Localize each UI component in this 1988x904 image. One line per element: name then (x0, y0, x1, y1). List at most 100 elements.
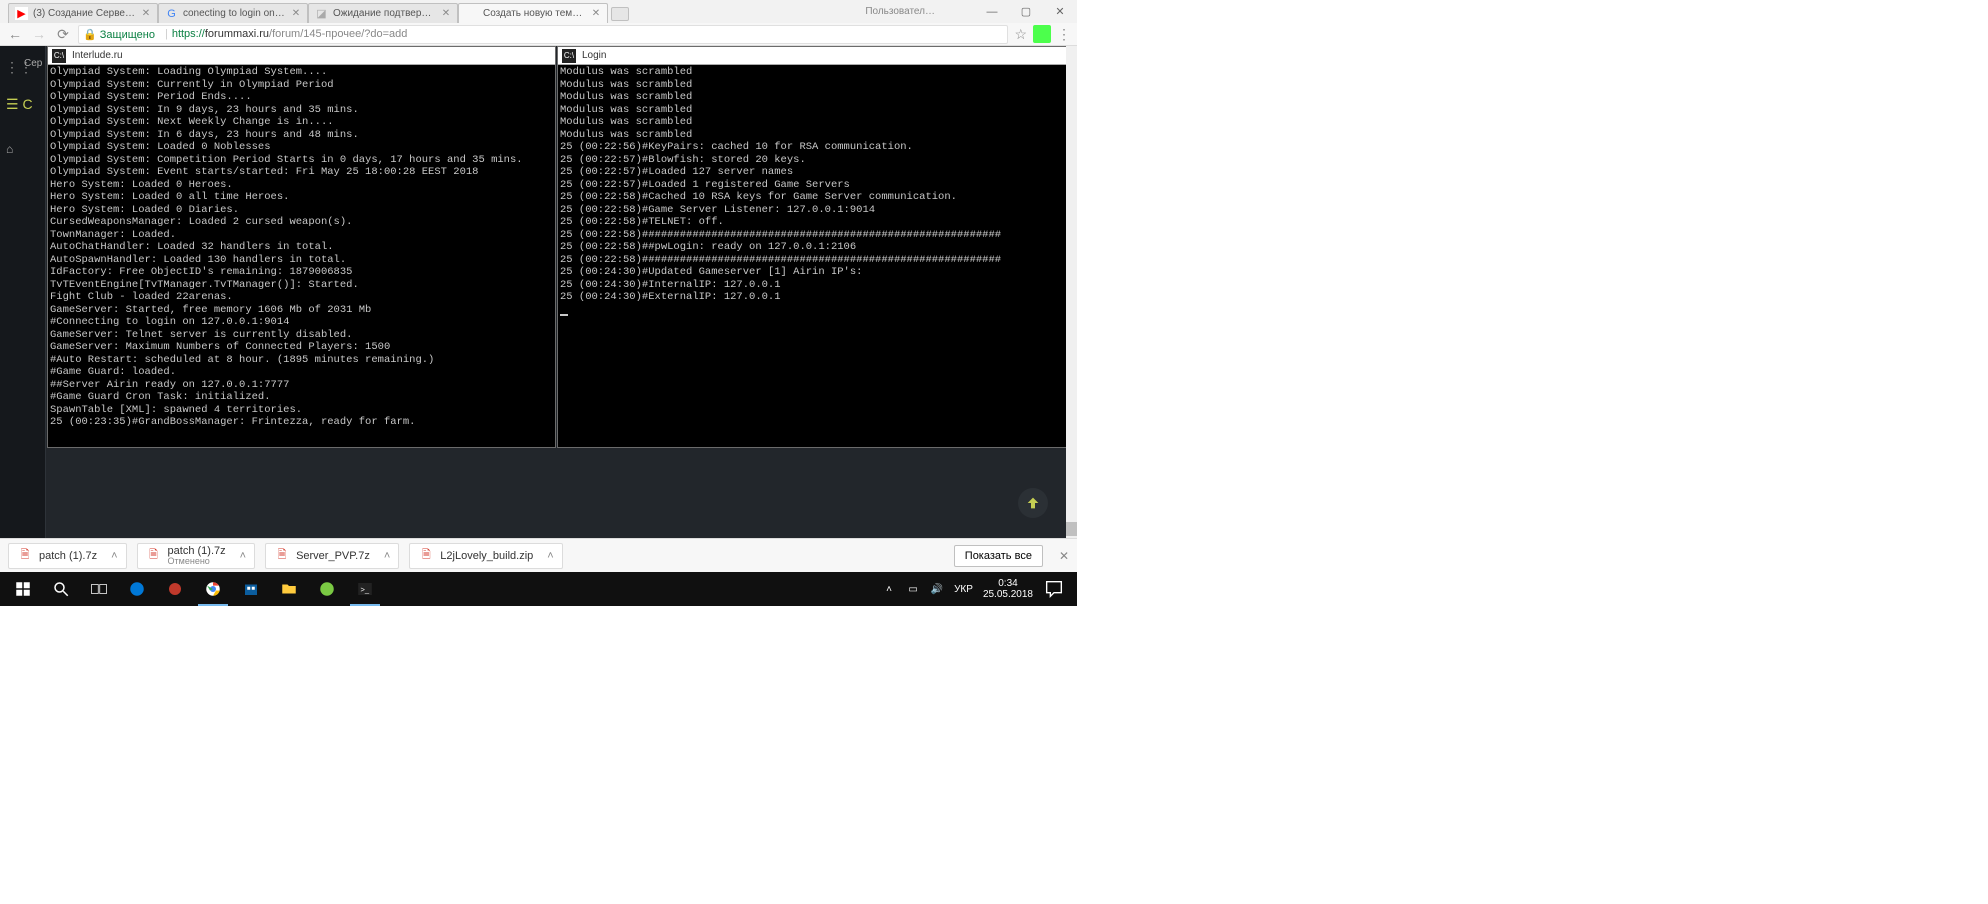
notifications-icon[interactable] (1043, 578, 1065, 600)
date-label: 25.05.2018 (983, 589, 1033, 600)
browser-tab-active[interactable]: Создать новую тему - Fo ✕ (458, 3, 608, 23)
close-icon[interactable]: ✕ (1059, 549, 1069, 563)
download-filename: patch (1).7z (168, 545, 226, 557)
browser-tab[interactable]: ◪ Ожидание подтвержден ✕ (308, 3, 458, 23)
star-icon[interactable]: ☆ (1014, 26, 1027, 43)
cmd-app[interactable]: >_ (346, 572, 384, 606)
url-path: /forum/145-прочее/?do=add (269, 28, 407, 40)
tab-label: Ожидание подтвержден (333, 8, 436, 19)
volume-icon[interactable]: 🔊 (930, 582, 944, 596)
explorer-app[interactable] (270, 572, 308, 606)
store-app[interactable] (232, 572, 270, 606)
home-icon[interactable]: ⌂ (6, 142, 13, 156)
scroll-to-top-button[interactable] (1018, 488, 1048, 518)
reload-icon[interactable]: ⟳ (54, 25, 72, 43)
page-icon: ◪ (315, 7, 328, 20)
console-window-login[interactable]: C:\ Login Modulus was scrambled Modulus … (557, 46, 1076, 448)
archive-icon: 🗎 (17, 548, 33, 564)
chrome-titlebar: ▶ (3) Создание Сервера: L ✕ G conecting … (0, 0, 1077, 23)
show-all-downloads-button[interactable]: Показать все (954, 545, 1043, 567)
console-output[interactable]: Modulus was scrambled Modulus was scramb… (558, 65, 1075, 447)
arrow-up-icon (1025, 495, 1041, 511)
cmd-icon: C:\ (52, 49, 66, 63)
console-output[interactable]: Olympiad System: Loading Olympiad System… (48, 65, 555, 447)
extension-icon[interactable] (1033, 25, 1051, 43)
archive-icon: 🗎 (274, 548, 290, 564)
cmd-icon: C:\ (562, 49, 576, 63)
app-red[interactable] (156, 572, 194, 606)
console-titlebar[interactable]: C:\ Interlude.ru (48, 47, 555, 65)
download-item[interactable]: 🗎 patch (1).7z ˄ (8, 543, 127, 569)
chrome-app[interactable] (194, 572, 232, 606)
back-icon[interactable]: ← (6, 25, 24, 43)
clock[interactable]: 0:34 25.05.2018 (983, 578, 1033, 600)
omnibox[interactable]: 🔒 Защищено | https://forummaxi.ru/forum/… (78, 25, 1008, 44)
windows-taskbar: >_ ˄ ▭ 🔊 УКР 0:34 25.05.2018 (0, 572, 1077, 606)
close-icon[interactable]: ✕ (291, 9, 301, 19)
download-filename: L2jLovely_build.zip (440, 550, 533, 562)
archive-icon: 🗎 (146, 548, 162, 564)
folder-icon (280, 580, 298, 598)
text-cursor (560, 314, 568, 316)
download-item[interactable]: 🗎 Server_PVP.7z ˄ (265, 543, 399, 569)
close-icon[interactable]: ✕ (141, 9, 151, 19)
task-view-button[interactable] (80, 572, 118, 606)
download-item[interactable]: 🗎 patch (1).7z Отменено ˄ (137, 543, 256, 569)
download-status: Отменено (168, 557, 226, 567)
window-controls: — ▢ ✕ (975, 0, 1077, 23)
chevron-up-icon[interactable]: ˄ (547, 550, 553, 562)
scrollbar-thumb[interactable] (1066, 522, 1077, 536)
page-sidebar: ⋮⋮⋮ Сер ☰ С ⌂ (0, 46, 46, 538)
windows-icon (14, 580, 32, 598)
chrome-icon (204, 580, 222, 598)
edge-app[interactable] (118, 572, 156, 606)
lock-icon: 🔒 Защищено (83, 28, 155, 41)
chevron-up-icon[interactable]: ˄ (240, 550, 246, 562)
svg-text:>_: >_ (361, 585, 370, 594)
secure-label: Защищено (100, 29, 155, 41)
grid-label: С (22, 96, 32, 112)
download-item[interactable]: 🗎 L2jLovely_build.zip ˄ (409, 543, 562, 569)
browser-tab[interactable]: ▶ (3) Создание Сервера: L ✕ (8, 3, 158, 23)
chrome-profile-label[interactable]: Пользовател… (865, 6, 935, 17)
close-icon[interactable]: ✕ (441, 9, 451, 19)
chevron-up-icon[interactable]: ˄ (882, 582, 896, 596)
forward-icon[interactable]: → (30, 25, 48, 43)
search-button[interactable] (42, 572, 80, 606)
console-title: Interlude.ru (72, 50, 123, 61)
search-icon (52, 580, 70, 598)
language-indicator[interactable]: УКР (954, 584, 973, 595)
window-minimize-button[interactable]: — (975, 0, 1009, 23)
chevron-up-icon[interactable]: ˄ (384, 550, 390, 562)
archive-icon: 🗎 (418, 548, 434, 564)
download-shelf: 🗎 patch (1).7z ˄ 🗎 patch (1).7z Отменено… (0, 538, 1077, 572)
time-label: 0:34 (983, 578, 1033, 589)
page-viewport: ⋮⋮⋮ Сер ☰ С ⌂ C:\ Interlude.ru Olympiad … (0, 46, 1077, 538)
new-tab-button[interactable] (611, 7, 629, 21)
chevron-up-icon[interactable]: ˄ (111, 550, 117, 562)
system-tray: ˄ ▭ 🔊 УКР 0:34 25.05.2018 (882, 578, 1073, 600)
window-close-button[interactable]: ✕ (1043, 0, 1077, 23)
grid-icon[interactable]: ☰ С (6, 96, 33, 113)
tab-label: conecting to login on 85 (183, 8, 286, 19)
vertical-scrollbar[interactable] (1066, 46, 1077, 538)
address-bar: ← → ⟳ 🔒 Защищено | https://forummaxi.ru/… (0, 23, 1077, 46)
window-maximize-button[interactable]: ▢ (1009, 0, 1043, 23)
page-content-area (46, 448, 1066, 538)
apps-icon[interactable]: ⋮⋮⋮ (3, 58, 21, 76)
console-lines: Modulus was scrambled Modulus was scramb… (560, 66, 1001, 303)
browser-tab[interactable]: G conecting to login on 85 ✕ (158, 3, 308, 23)
apps-label: Сер (24, 58, 42, 69)
console-titlebar[interactable]: C:\ Login (558, 47, 1075, 65)
console-title: Login (582, 50, 606, 61)
tab-label: Создать новую тему - Fo (483, 8, 586, 19)
console-window-gameserver[interactable]: C:\ Interlude.ru Olympiad System: Loadin… (47, 46, 556, 448)
close-icon[interactable]: ✕ (591, 9, 601, 19)
start-button[interactable] (4, 572, 42, 606)
google-icon: G (165, 7, 178, 20)
menu-icon[interactable]: ⋮ (1057, 26, 1071, 43)
utorrent-app[interactable] (308, 572, 346, 606)
utorrent-icon (318, 580, 336, 598)
network-icon[interactable]: ▭ (906, 582, 920, 596)
url-host: forummaxi.ru (205, 28, 269, 40)
